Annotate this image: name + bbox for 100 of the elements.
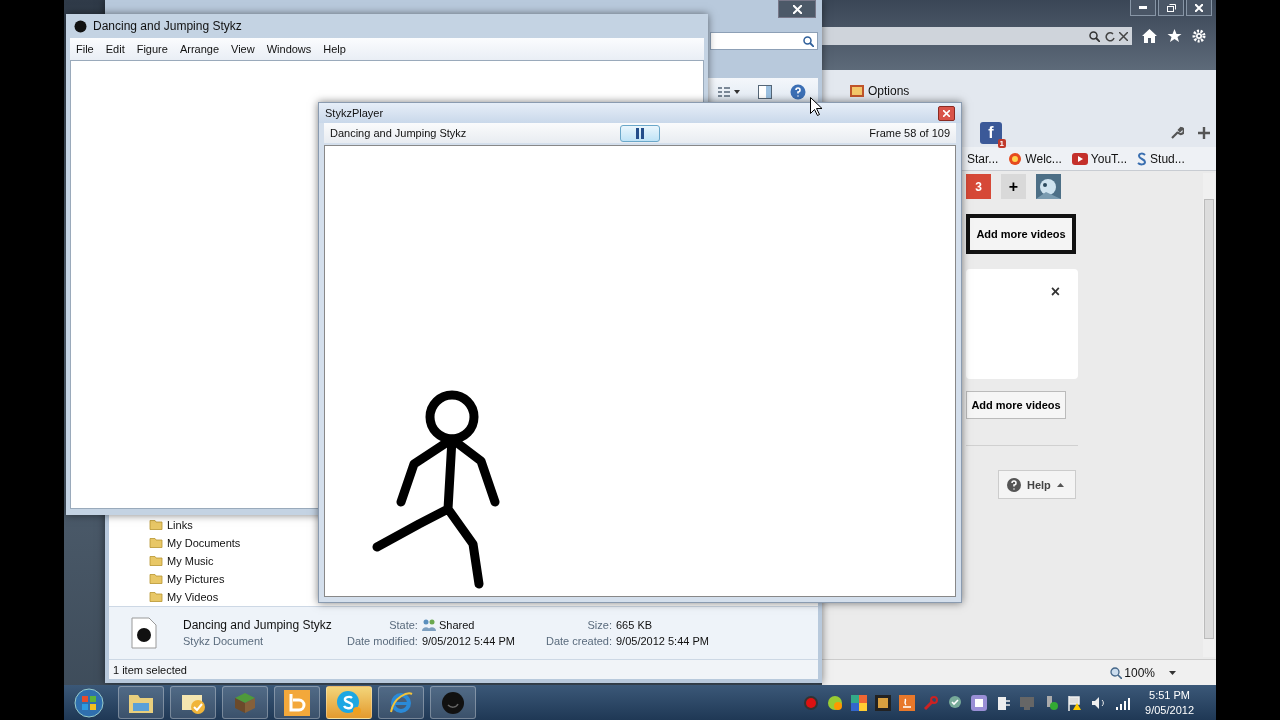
add-videos-button[interactable]: Add more videos bbox=[966, 391, 1066, 419]
dismiss-button[interactable]: × bbox=[1050, 283, 1060, 301]
folder-item[interactable]: My Pictures bbox=[149, 570, 225, 588]
record-icon[interactable] bbox=[803, 694, 820, 711]
start-button[interactable] bbox=[74, 687, 104, 718]
close-icon bbox=[943, 109, 950, 117]
java-icon[interactable] bbox=[899, 694, 916, 711]
scrollbar-thumb[interactable] bbox=[1204, 199, 1214, 639]
clock-date: 9/05/2012 bbox=[1145, 702, 1194, 718]
zoom-level[interactable]: 100% bbox=[1124, 665, 1155, 680]
search-icon bbox=[1089, 30, 1100, 42]
zoom-icon bbox=[1110, 666, 1123, 679]
minimize-button[interactable] bbox=[1130, 0, 1156, 16]
menu-item[interactable]: Windows bbox=[260, 43, 318, 55]
menu-item[interactable]: Arrange bbox=[173, 43, 226, 55]
play-icon bbox=[1071, 152, 1088, 165]
menu-item[interactable]: Figure bbox=[130, 43, 174, 55]
view-icon[interactable] bbox=[718, 85, 740, 98]
star-icon[interactable] bbox=[1167, 29, 1182, 43]
taskbar-button[interactable] bbox=[378, 686, 424, 719]
taskbar-button[interactable] bbox=[430, 686, 476, 719]
restore-button[interactable] bbox=[1158, 0, 1184, 16]
taskbar-button[interactable] bbox=[170, 686, 216, 719]
taskbar-button[interactable] bbox=[118, 686, 164, 719]
address-field[interactable] bbox=[822, 27, 1132, 45]
tiles-icon[interactable] bbox=[851, 694, 868, 711]
field-value: Shared bbox=[438, 619, 475, 631]
field-label: State: bbox=[389, 619, 418, 631]
notification-badge[interactable]: 3 bbox=[966, 174, 991, 199]
pause-button[interactable] bbox=[620, 124, 660, 142]
letter-s-icon bbox=[1137, 151, 1148, 166]
search-icon bbox=[803, 35, 814, 47]
taskbar-button[interactable] bbox=[274, 686, 320, 719]
file-name: Dancing and Jumping Stykz bbox=[183, 618, 333, 632]
grinning-face-icon bbox=[440, 689, 466, 716]
options-label[interactable]: Options bbox=[868, 84, 910, 98]
people-icon bbox=[421, 619, 436, 631]
menu-item[interactable]: File bbox=[70, 43, 100, 55]
wrench-icon[interactable] bbox=[1170, 126, 1184, 140]
folder-icon bbox=[149, 574, 163, 584]
close-icon bbox=[792, 4, 802, 14]
swirl-icon bbox=[1008, 151, 1023, 166]
add-button[interactable]: + bbox=[1001, 174, 1026, 199]
window-title: StykzPlayer bbox=[325, 107, 384, 119]
folder-item[interactable]: My Videos bbox=[149, 588, 219, 606]
folder-item[interactable]: My Music bbox=[149, 552, 214, 570]
folder-item[interactable]: Links bbox=[149, 516, 193, 534]
pause-icon bbox=[635, 127, 645, 139]
settings-icon[interactable] bbox=[1192, 29, 1206, 43]
clock[interactable]: 5:51 PM 9/05/2012 bbox=[1145, 687, 1194, 718]
search-field[interactable] bbox=[710, 32, 818, 50]
close-button[interactable] bbox=[778, 0, 816, 18]
notification-count: 1 bbox=[997, 139, 1006, 148]
folder-item[interactable]: My Documents bbox=[149, 534, 241, 552]
menu-item[interactable]: Help bbox=[317, 43, 352, 55]
preview-pane-icon[interactable] bbox=[758, 84, 772, 99]
refresh-icon bbox=[1104, 30, 1115, 42]
movie-title: Dancing and Jumping Stykz bbox=[330, 127, 468, 139]
field-label: Date modified: bbox=[347, 635, 418, 647]
window-title: Dancing and Jumping Stykz bbox=[93, 19, 242, 33]
caret-icon bbox=[1056, 482, 1064, 487]
folder-icon bbox=[149, 556, 163, 566]
folder-icon bbox=[149, 592, 163, 602]
bookmark-item[interactable]: Welc... bbox=[1008, 151, 1062, 166]
scrollbar[interactable] bbox=[1203, 173, 1215, 657]
image-icon bbox=[850, 85, 864, 97]
window-icon[interactable] bbox=[971, 694, 988, 711]
shield-icon[interactable] bbox=[827, 694, 844, 711]
close-icon bbox=[1195, 3, 1203, 12]
plus-icon[interactable] bbox=[1198, 127, 1210, 139]
field-label: Date created: bbox=[545, 635, 612, 647]
help-button[interactable]: Help bbox=[998, 470, 1076, 499]
status-text: 1 item selected bbox=[113, 663, 187, 676]
file-icon bbox=[131, 617, 157, 649]
letter-b-icon bbox=[284, 689, 310, 716]
menu-item[interactable]: Edit bbox=[99, 43, 131, 55]
folder-icon bbox=[149, 520, 163, 530]
bookmark-item[interactable]: Stud... bbox=[1137, 151, 1185, 166]
close-button[interactable] bbox=[1186, 0, 1212, 16]
close-icon bbox=[1119, 31, 1128, 41]
minimize-icon bbox=[1139, 6, 1147, 9]
flag-icon[interactable] bbox=[1067, 694, 1084, 711]
close-button[interactable] bbox=[938, 105, 955, 121]
caret-icon[interactable] bbox=[1169, 670, 1176, 675]
help-icon bbox=[1007, 477, 1021, 492]
app-icon bbox=[74, 19, 87, 33]
clock-time: 5:51 PM bbox=[1149, 687, 1190, 703]
folder-icon bbox=[149, 538, 163, 548]
field-label: Size: bbox=[587, 619, 612, 631]
field-value: 665 KB bbox=[616, 619, 653, 631]
help-icon[interactable] bbox=[790, 83, 806, 100]
field-value: 9/05/2012 5:44 PM bbox=[616, 635, 709, 647]
power-plug-icon[interactable] bbox=[995, 694, 1012, 711]
bookmark-item[interactable]: YouT... bbox=[1071, 151, 1128, 166]
home-icon[interactable] bbox=[1142, 29, 1157, 43]
file-type: Stykz Document bbox=[183, 635, 265, 647]
add-videos-button[interactable]: Add more videos bbox=[966, 214, 1076, 254]
bookmark-item[interactable]: Star... bbox=[964, 151, 999, 166]
badge-icon[interactable] bbox=[947, 694, 964, 711]
menu-item[interactable]: View bbox=[225, 43, 261, 55]
